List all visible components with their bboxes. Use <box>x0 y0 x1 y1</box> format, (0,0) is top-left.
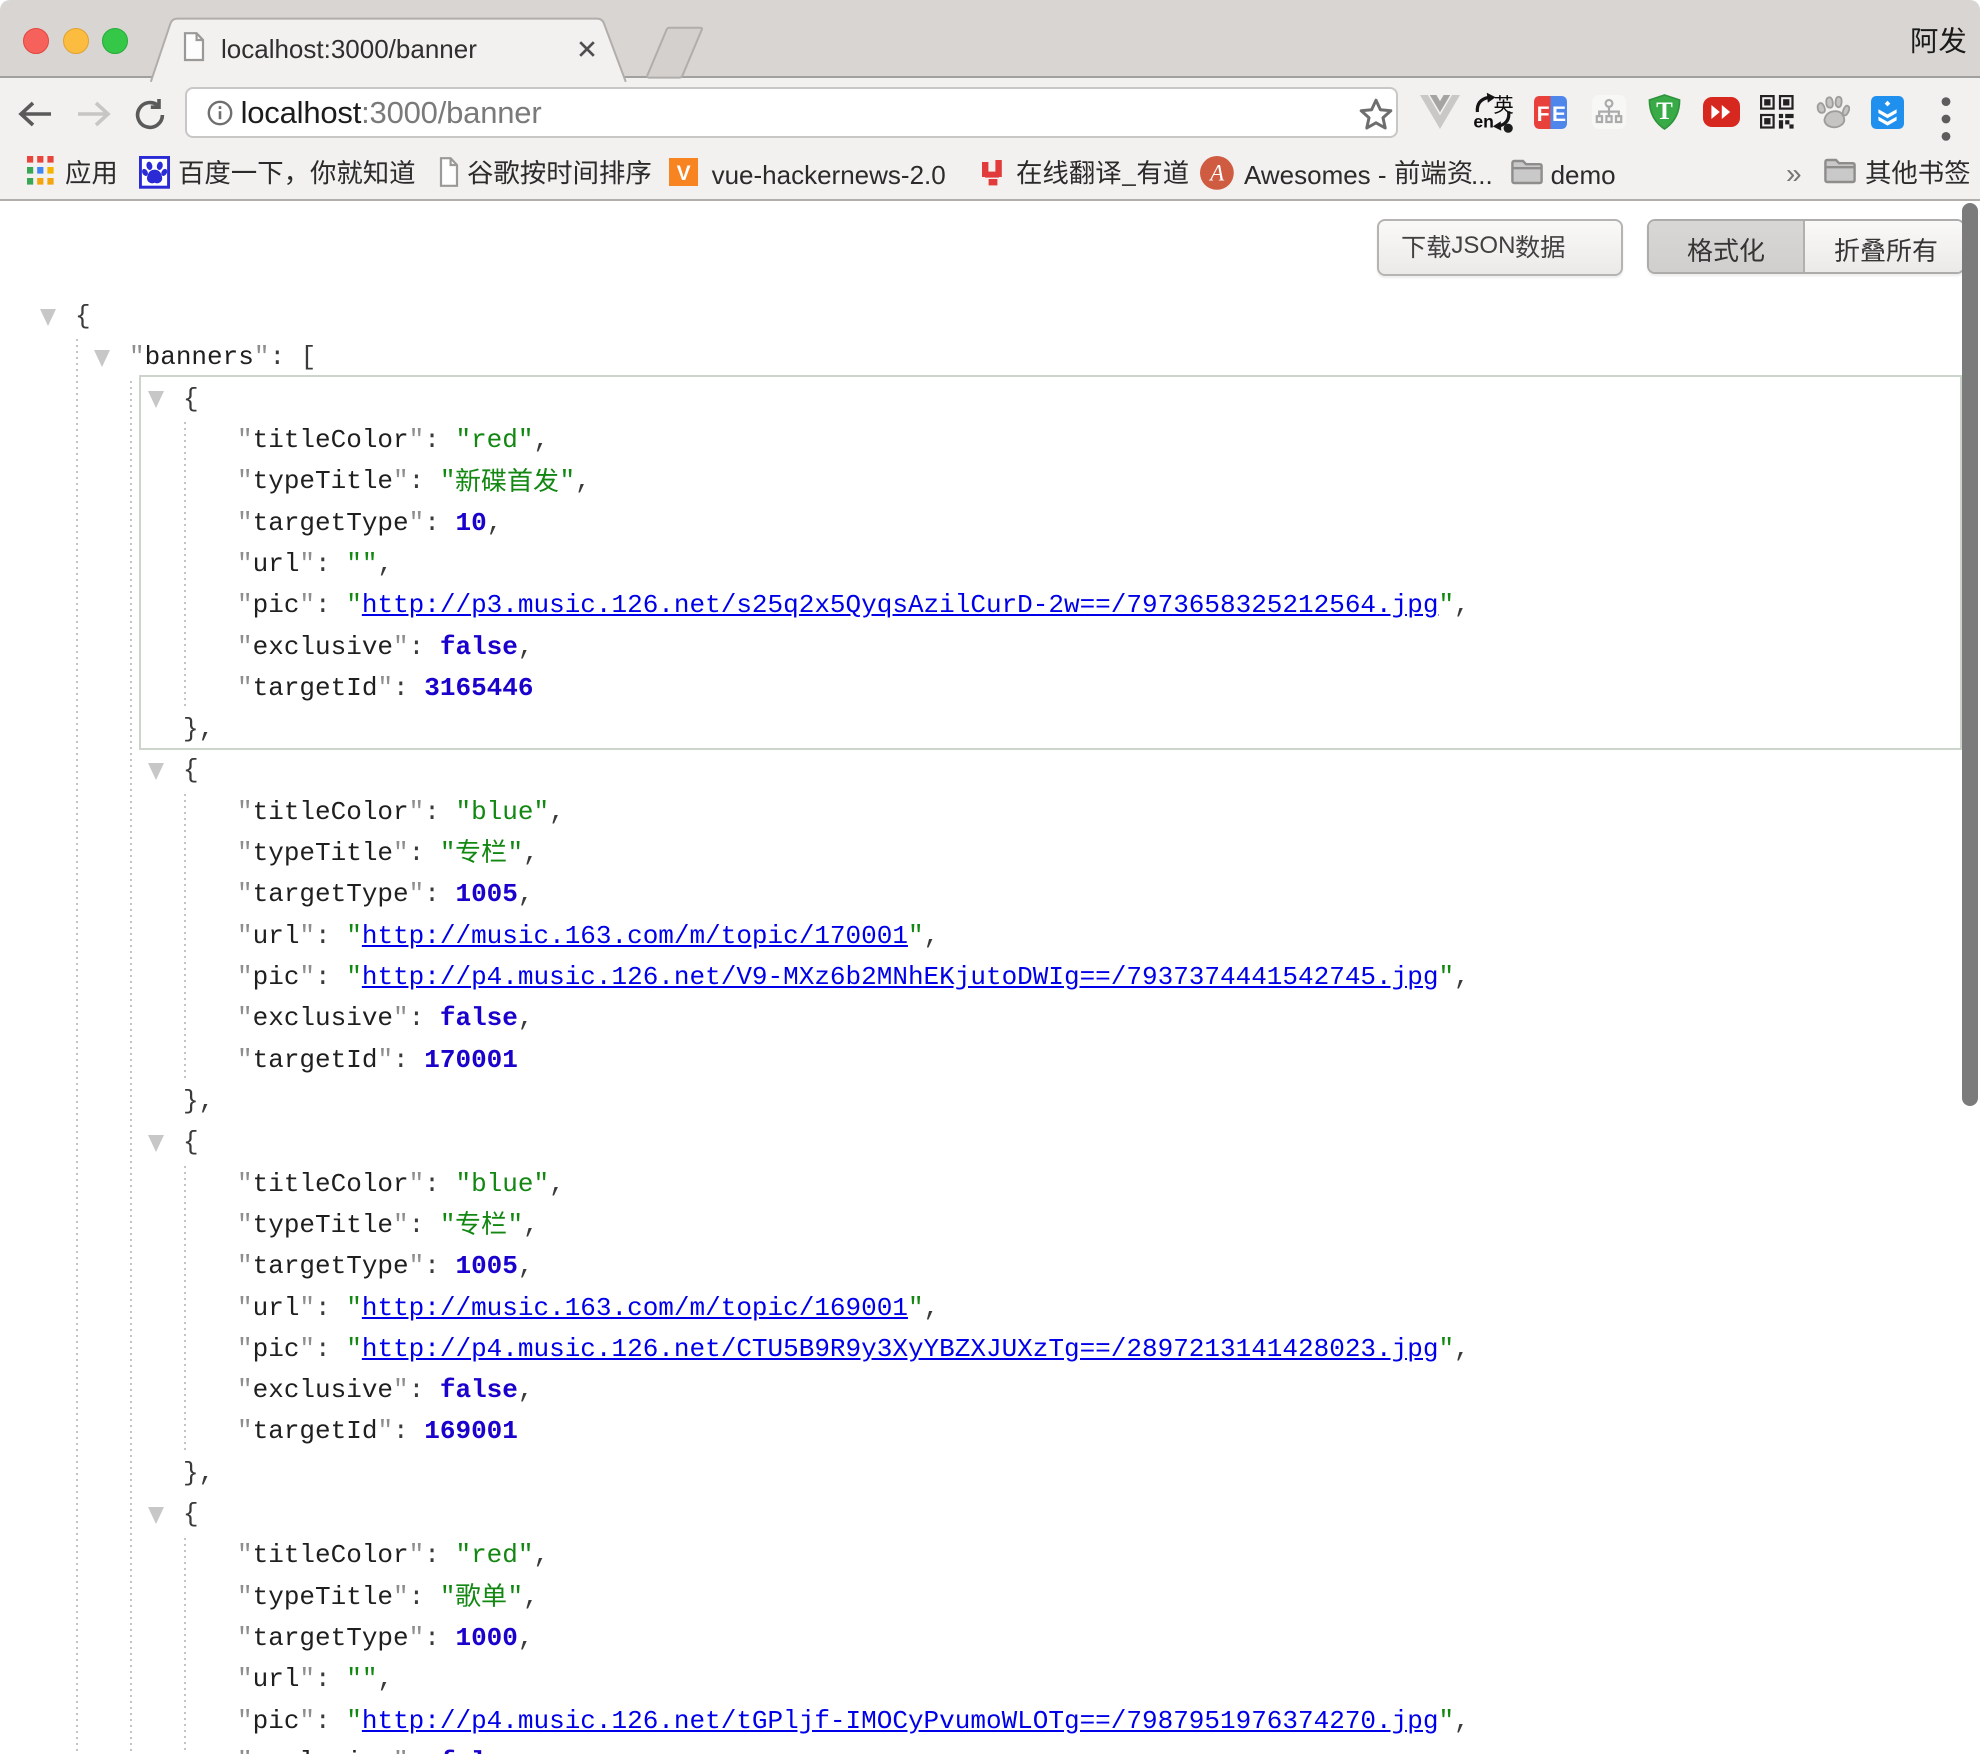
svg-text:A: A <box>1208 160 1225 185</box>
svg-text:F: F <box>1537 102 1550 125</box>
svg-text:en: en <box>1473 111 1494 131</box>
svg-text:V: V <box>677 162 691 185</box>
svg-text:E: E <box>1552 102 1566 125</box>
svg-text:T: T <box>1657 98 1674 125</box>
